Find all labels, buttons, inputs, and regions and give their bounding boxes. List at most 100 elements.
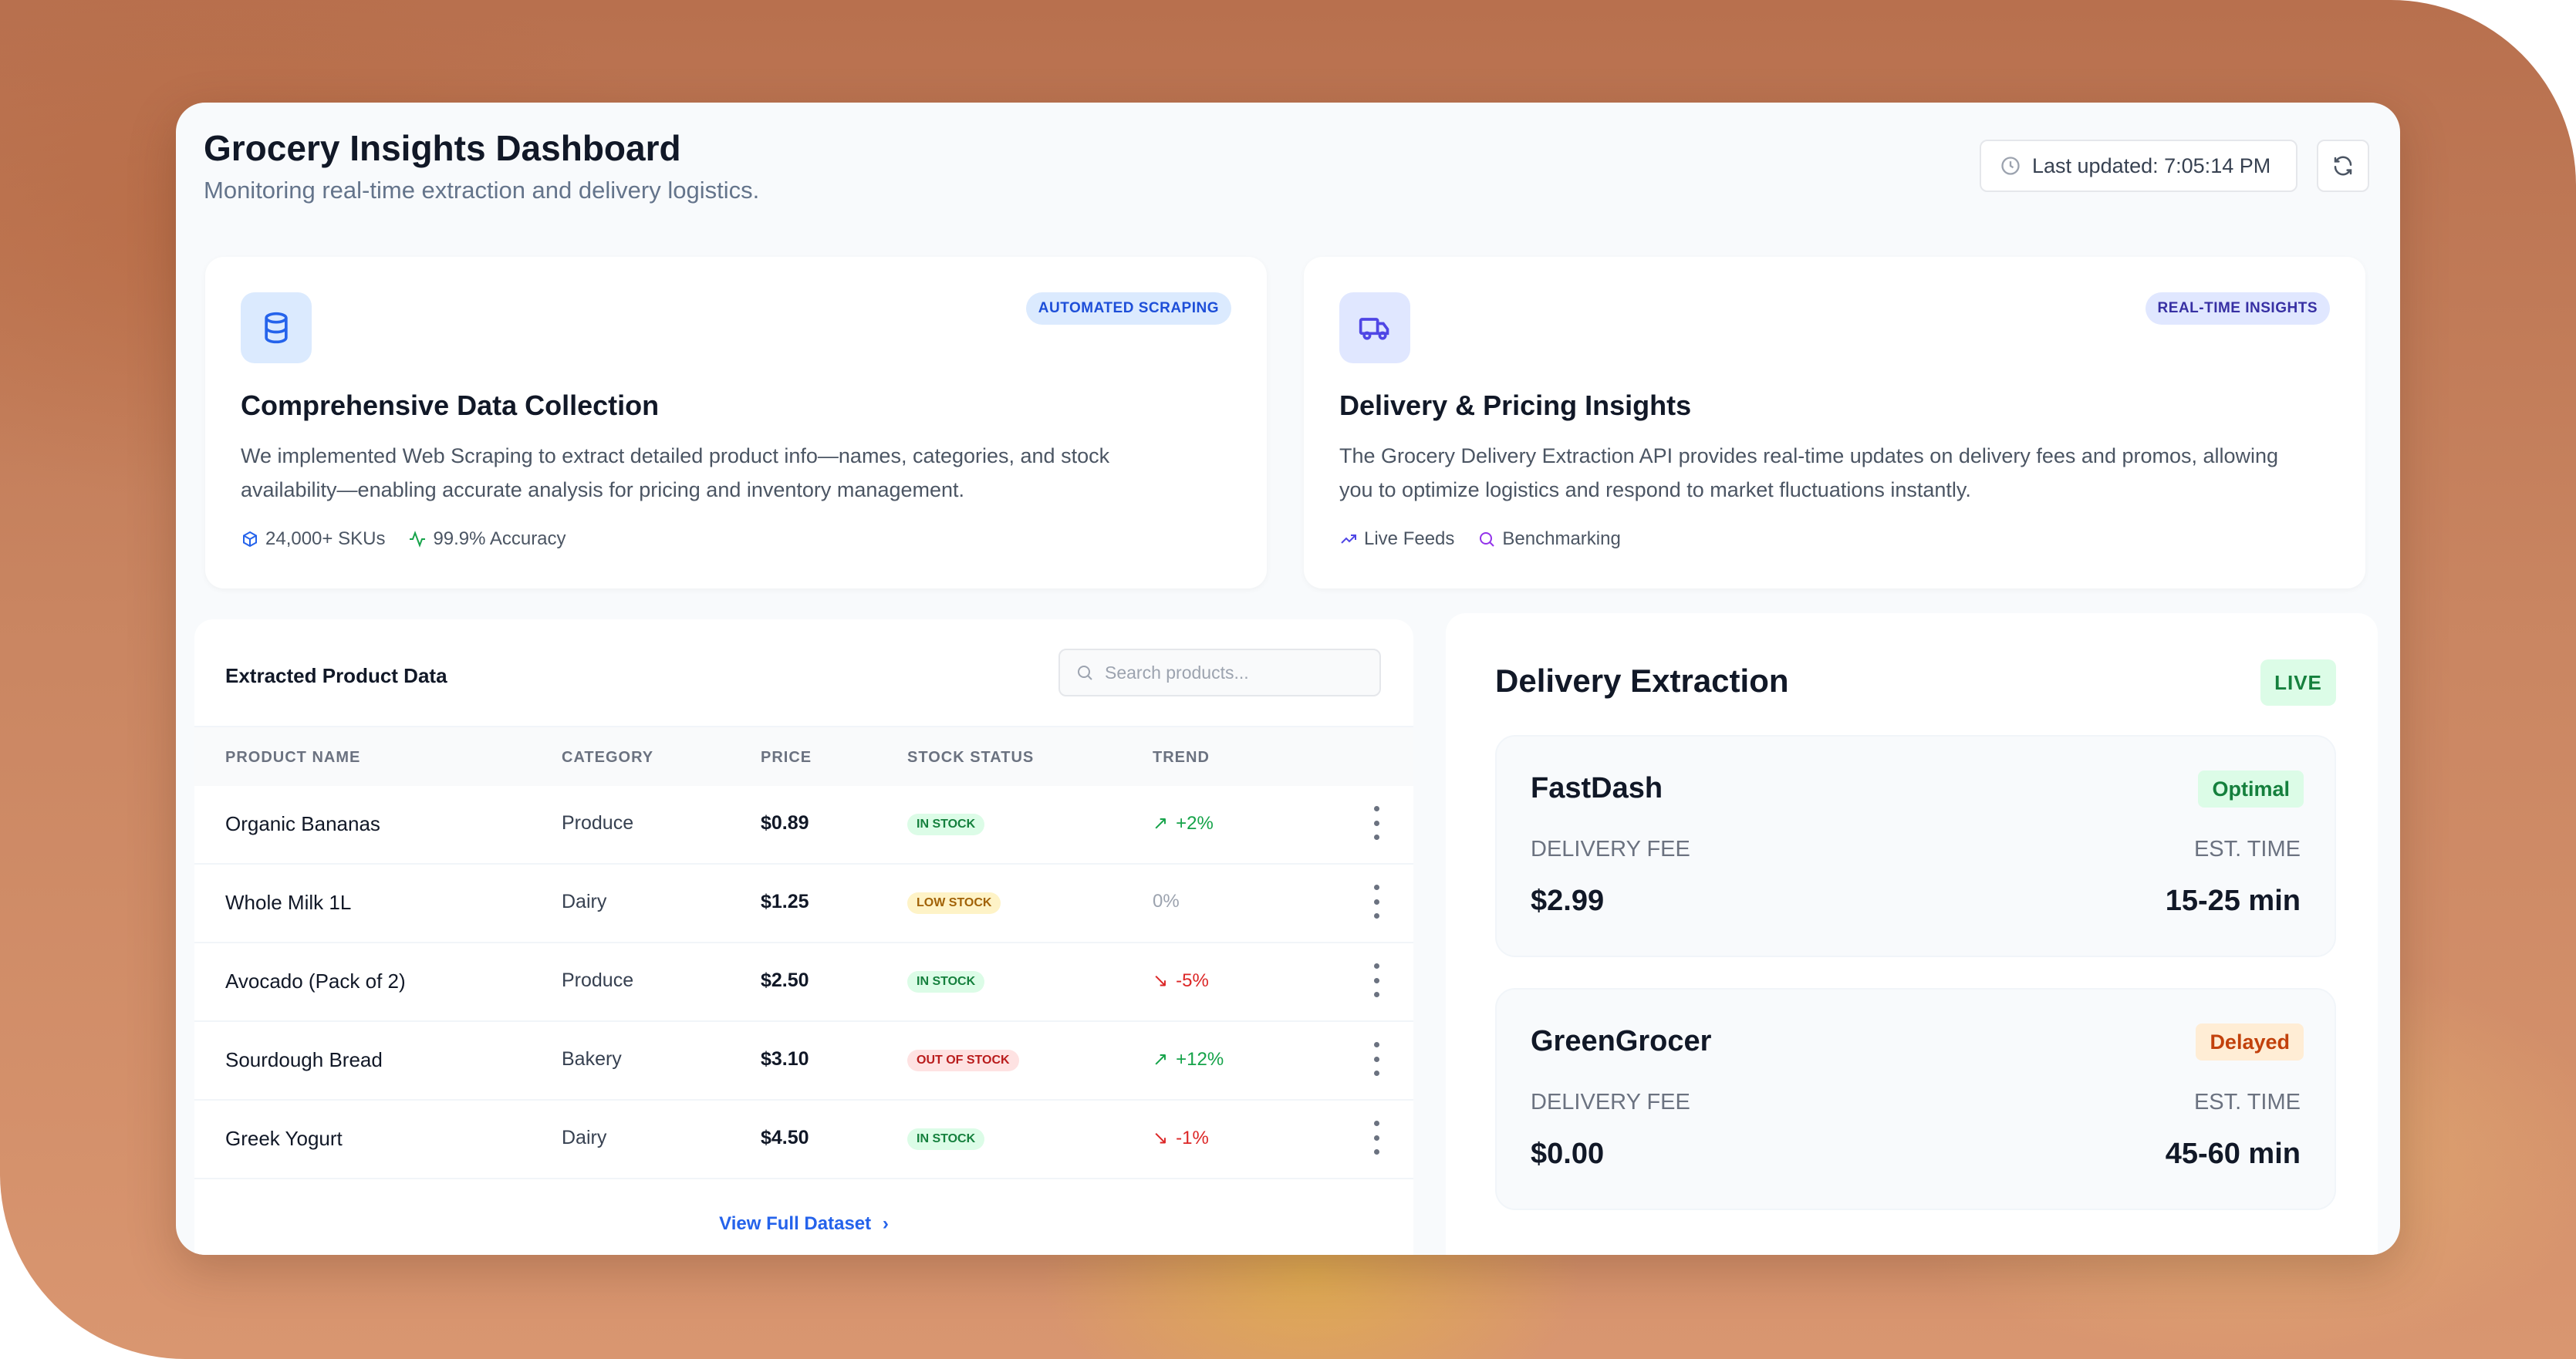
column-header-trend: TREND [1153,749,1210,766]
dashboard-window: Grocery Insights Dashboard Monitoring re… [176,103,2400,1255]
feature-stats: 24,000+ SKUs 99.9% Accuracy [241,528,566,550]
feature-card-delivery-insights: REAL-TIME INSIGHTS Delivery & Pricing In… [1304,257,2365,588]
trend-value: +12% [1176,1048,1224,1070]
product-price: $0.89 [761,812,809,834]
est-time-value: 15-25 min [2165,885,2301,917]
feature-title: Comprehensive Data Collection [241,389,660,421]
real-time-insights-badge: REAL-TIME INSIGHTS [2145,292,2330,325]
last-updated-text: Last updated: 7:05:14 PM [2032,153,2271,177]
trend-indicator: 0% [1153,891,1180,912]
stock-status-badge: LOW STOCK [907,892,1001,914]
stat-benchmarking-label: Benchmarking [1502,528,1621,549]
delivery-provider-card[interactable]: GreenGrocer Delayed DELIVERY FEE EST. TI… [1495,988,2336,1210]
stat-skus: 24,000+ SKUs [241,528,385,550]
product-price: $2.50 [761,970,809,991]
product-name: Whole Milk 1L [225,891,352,914]
chevron-right-icon: › [882,1213,889,1234]
product-price: $3.10 [761,1048,809,1070]
trend-value: 0% [1153,891,1180,912]
feature-stats: Live Feeds Benchmarking [1339,528,1621,550]
page-title: Grocery Insights Dashboard [204,128,681,168]
stat-benchmarking: Benchmarking [1477,528,1621,550]
delivery-title: Delivery Extraction [1495,663,1789,699]
trend-indicator: ↗ +12% [1153,1048,1224,1071]
product-price: $4.50 [761,1127,809,1148]
activity-icon [410,531,426,548]
trend-down-icon: ↘ [1153,970,1169,991]
product-category: Produce [562,970,634,991]
delivery-fee-value: $0.00 [1531,1138,1605,1170]
provider-name: GreenGrocer [1531,1025,1712,1057]
last-updated-indicator: Last updated: 7:05:14 PM [1980,140,2297,192]
est-time-label: EST. TIME [2193,1090,2301,1115]
product-name: Avocado (Pack of 2) [225,970,406,993]
search-icon [1078,666,1092,680]
trend-down-icon: ↘ [1153,1128,1169,1148]
stock-status-badge: IN STOCK [907,814,985,835]
delivery-provider-card[interactable]: FastDash Optimal DELIVERY FEE EST. TIME … [1495,735,2336,957]
stock-status-badge: OUT OF STOCK [907,1050,1019,1071]
product-name: Organic Bananas [225,812,380,835]
table-title: Extracted Product Data [225,664,447,687]
stat-live-feeds: Live Feeds [1339,528,1454,550]
database-icon [241,292,312,363]
table-row[interactable]: Whole Milk 1L Dairy $1.25 LOW STOCK 0% [194,863,1413,943]
feature-description: We implemented Web Scraping to extract d… [241,444,1110,501]
table-row[interactable]: Greek Yogurt Dairy $4.50 IN STOCK ↘ -1% [194,1099,1413,1179]
trending-up-icon [1341,534,1356,544]
view-full-dataset-label: View Full Dataset [719,1213,872,1234]
delivery-fee-value: $2.99 [1531,885,1605,917]
est-time-value: 45-60 min [2165,1138,2301,1170]
page-subtitle: Monitoring real-time extraction and deli… [204,177,760,204]
stat-live-feeds-label: Live Feeds [1364,528,1455,549]
stat-accuracy-label: 99.9% Accuracy [433,528,566,549]
search-input[interactable] [1103,661,1369,684]
product-name: Greek Yogurt [225,1127,343,1150]
table-row[interactable]: Sourdough Bread Bakery $3.10 OUT OF STOC… [194,1020,1413,1101]
row-menu-icon[interactable] [1369,963,1384,997]
product-name: Sourdough Bread [225,1048,383,1071]
product-price: $1.25 [761,891,809,912]
refresh-button[interactable] [2317,140,2369,192]
product-category: Dairy [562,1127,607,1148]
table-header: PRODUCT NAME CATEGORY PRICE STOCK STATUS… [194,726,1413,786]
provider-status-badge: Optimal [2198,771,2304,808]
trend-value: +2% [1176,812,1214,834]
row-menu-icon[interactable] [1369,806,1384,840]
product-category: Dairy [562,891,607,912]
stock-status-badge: IN STOCK [907,1128,985,1150]
row-menu-icon[interactable] [1369,1121,1384,1155]
row-menu-icon[interactable] [1369,1042,1384,1076]
live-badge: LIVE [2260,659,2336,706]
trend-indicator: ↘ -5% [1153,970,1209,992]
delivery-fee-label: DELIVERY FEE [1531,837,1690,862]
provider-status-badge: Delayed [2196,1023,2304,1061]
automated-scraping-badge: AUTOMATED SCRAPING [1025,292,1231,325]
box-icon [243,531,257,548]
stat-skus-label: 24,000+ SKUs [265,528,386,549]
delivery-extraction-panel: Delivery Extraction LIVE FastDash Optima… [1446,613,2378,1255]
product-table-panel: Extracted Product Data PRODUCT NAME CATE… [194,619,1413,1255]
search-icon [1480,532,1495,547]
search-box[interactable] [1058,649,1381,696]
trend-value: -1% [1176,1127,1209,1148]
trend-up-icon: ↗ [1153,813,1169,834]
table-row[interactable]: Organic Bananas Produce $0.89 IN STOCK ↗… [194,784,1413,865]
stock-status-badge: IN STOCK [907,971,985,993]
view-full-dataset-link[interactable]: View Full Dataset › [194,1213,1413,1235]
trend-indicator: ↘ -1% [1153,1127,1209,1149]
row-menu-icon[interactable] [1369,885,1384,919]
truck-icon [1339,292,1410,363]
column-header-category: CATEGORY [562,749,654,766]
stat-accuracy: 99.9% Accuracy [408,528,566,550]
delivery-fee-label: DELIVERY FEE [1531,1090,1690,1115]
clock-icon [2001,157,2020,175]
product-category: Produce [562,812,634,834]
table-row[interactable]: Avocado (Pack of 2) Produce $2.50 IN STO… [194,942,1413,1022]
column-header-product: PRODUCT NAME [225,749,361,766]
column-header-stock-status: STOCK STATUS [907,749,1035,766]
product-category: Bakery [562,1048,622,1070]
trend-value: -5% [1176,970,1209,991]
provider-name: FastDash [1531,772,1663,804]
est-time-label: EST. TIME [2193,837,2301,862]
